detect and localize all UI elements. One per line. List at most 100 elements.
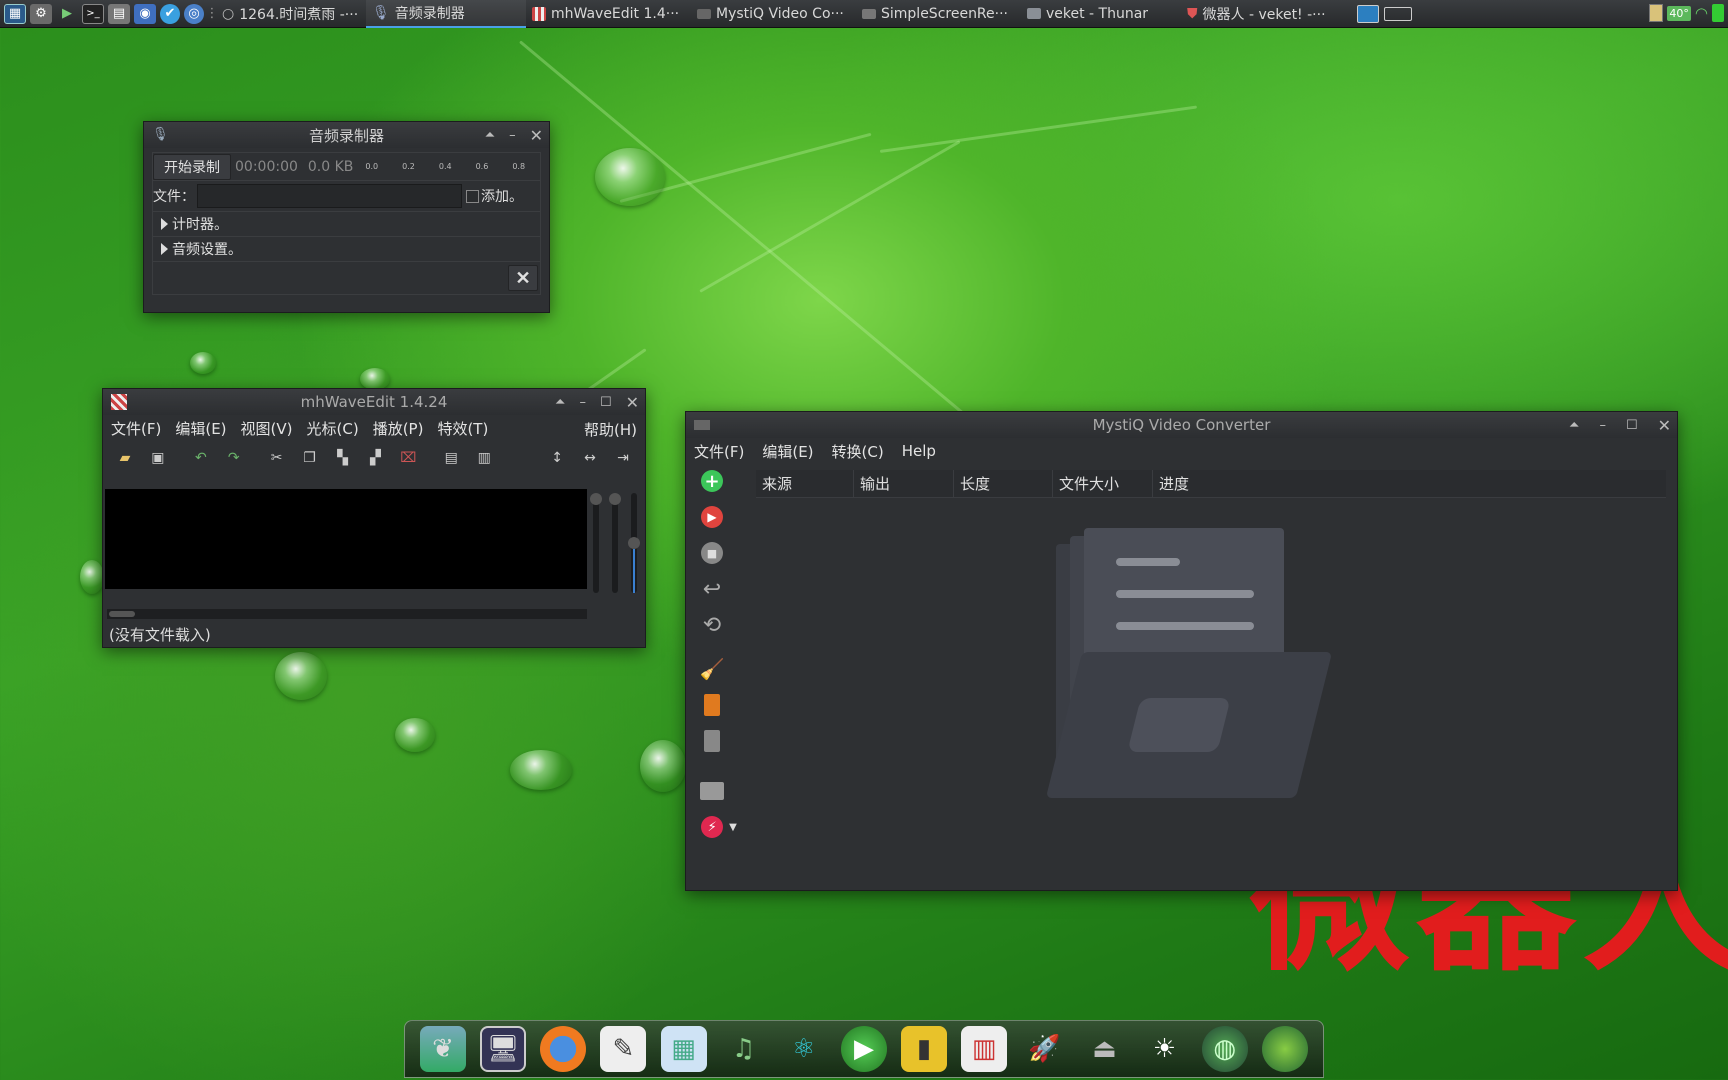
shade-icon[interactable]: ⏶	[1569, 418, 1579, 433]
start-convert-icon[interactable]: ▶	[699, 504, 725, 530]
copy-icon[interactable]: ❐	[300, 449, 320, 467]
maximize-icon[interactable]: ☐	[600, 395, 612, 410]
menu-help[interactable]: 帮助(H)	[584, 419, 637, 440]
task-mystiq[interactable]: MystiQ Video Co···	[691, 0, 856, 28]
cut-icon[interactable]: ✂	[267, 449, 287, 467]
rocket-icon[interactable]: 🚀	[1021, 1026, 1067, 1072]
open-folder-icon[interactable]	[699, 778, 725, 804]
add-file-icon[interactable]: +	[699, 468, 725, 494]
task-browser[interactable]: ⛊ 微器人 - veket! -···	[1181, 0, 1351, 28]
minimize-icon[interactable]: –	[1599, 418, 1606, 433]
maximize-icon[interactable]: ☐	[1626, 418, 1638, 433]
power-menu-icon[interactable]: ⚡ ▼	[697, 814, 741, 840]
paste-icon[interactable]: ▚	[333, 449, 353, 467]
menu-edit[interactable]: 编辑(E)	[762, 441, 813, 462]
paste-over-icon[interactable]: ▞	[365, 449, 385, 467]
close-icon[interactable]: ✕	[530, 126, 543, 145]
clear-list-icon[interactable]	[699, 728, 725, 754]
menu-effects[interactable]: 特效(T)	[437, 418, 488, 439]
menu-file[interactable]: 文件(F)	[694, 441, 744, 462]
append-checkbox[interactable]	[466, 189, 479, 203]
task-music[interactable]: ○ 1264.时间煮雨 -···	[216, 0, 366, 28]
clean-broom-icon[interactable]: 🧹	[699, 656, 725, 682]
text-editor-icon[interactable]: ✎	[600, 1026, 647, 1072]
settings-gear-icon[interactable]: ⚙	[30, 3, 52, 24]
system-monitor-icon[interactable]: ▦	[4, 3, 26, 24]
terminal-icon[interactable]: >_	[82, 3, 104, 24]
desktop-wallpaper-icon[interactable]: ❦	[420, 1026, 467, 1072]
task-thunar[interactable]: veket - Thunar	[1021, 0, 1181, 28]
globe-icon[interactable]: ◍	[1201, 1026, 1248, 1072]
volume-slider[interactable]	[590, 493, 602, 593]
close-icon[interactable]: ✕	[626, 393, 639, 412]
music-player-icon[interactable]: ♫	[721, 1026, 767, 1072]
undo-icon[interactable]: ↶	[191, 449, 211, 467]
close-recorder-button[interactable]: ✕	[508, 265, 538, 291]
network-icon[interactable]: ◎	[184, 3, 204, 24]
computer-icon[interactable]: 🖥	[480, 1026, 527, 1072]
desktop-switcher[interactable]	[1351, 0, 1421, 28]
retry-all-icon[interactable]: ⟲	[699, 612, 725, 638]
play-icon[interactable]: ▶	[56, 4, 78, 24]
drive-icon[interactable]: ⏏	[1081, 1026, 1127, 1072]
menu-edit[interactable]: 编辑(E)	[175, 418, 226, 439]
menu-play[interactable]: 播放(P)	[373, 418, 424, 439]
shade-icon[interactable]: ⏶	[485, 128, 495, 143]
close-icon[interactable]: ✕	[1658, 416, 1671, 435]
timer-expander[interactable]: 计时器。	[153, 212, 540, 237]
zoom-horizontal-icon[interactable]: ↔	[580, 449, 600, 467]
start-record-button[interactable]: 开始录制	[153, 153, 231, 180]
menu-view[interactable]: 视图(V)	[241, 418, 293, 439]
column-file-size[interactable]: 文件大小	[1053, 470, 1153, 498]
clipboard-icon[interactable]	[1649, 4, 1664, 22]
column-progress[interactable]: 进度	[1153, 470, 1666, 498]
image-viewer-icon[interactable]: ▦	[660, 1026, 707, 1072]
append-label[interactable]: 添加。	[481, 186, 523, 206]
slider-handle[interactable]	[590, 493, 602, 505]
slider-handle[interactable]	[609, 493, 621, 505]
firefox-icon[interactable]	[540, 1026, 587, 1072]
battery-icon[interactable]	[1712, 4, 1724, 22]
brightness-icon[interactable]: ☀	[1142, 1026, 1188, 1072]
notebook-icon[interactable]: ▮	[901, 1026, 948, 1072]
retry-icon[interactable]: ↩	[699, 576, 725, 602]
dropdown-arrow-icon[interactable]: ▼	[729, 822, 737, 833]
conversion-list[interactable]: 来源 输出 长度 文件大小 进度	[756, 470, 1666, 870]
slider-handle[interactable]	[628, 537, 640, 549]
open-folder-icon[interactable]: ▰	[115, 449, 135, 467]
save-icon[interactable]: ▣	[148, 449, 168, 467]
menu-file[interactable]: 文件(F)	[111, 418, 161, 439]
wifi-icon[interactable]: ◠	[1695, 4, 1708, 22]
redo-icon[interactable]: ↷	[224, 449, 244, 467]
horizontal-scrollbar[interactable]	[107, 609, 587, 619]
check-icon[interactable]: ✔	[160, 3, 180, 24]
scrollbar-thumb[interactable]	[109, 611, 135, 617]
remove-icon[interactable]	[699, 692, 725, 718]
silence-icon[interactable]: ▥	[474, 449, 494, 467]
web-browser-icon[interactable]	[1261, 1026, 1308, 1072]
spreadsheet-icon[interactable]: ▥	[961, 1026, 1008, 1072]
zoom-fit-icon[interactable]: ⇥	[613, 449, 633, 467]
menu-cursor[interactable]: 光标(C)	[307, 418, 359, 439]
media-player-icon[interactable]: ▶	[840, 1026, 887, 1072]
shade-icon[interactable]: ⏶	[555, 395, 565, 410]
wave-titlebar[interactable]: mhWaveEdit 1.4.24 ⏶ – ☐ ✕	[103, 389, 645, 415]
position-slider[interactable]	[628, 493, 640, 593]
printer-icon[interactable]: ▤	[108, 3, 130, 24]
delete-icon[interactable]: ⌧	[398, 449, 418, 467]
task-mhwaveedit[interactable]: mhWaveEdit 1.4···	[526, 0, 691, 28]
file-name-input[interactable]	[197, 184, 462, 208]
audio-settings-expander[interactable]: 音频设置。	[153, 237, 540, 262]
minimize-icon[interactable]: –	[579, 395, 586, 410]
crop-icon[interactable]: ▤	[441, 449, 461, 467]
menu-convert[interactable]: 转换(C)	[832, 441, 884, 462]
zoom-vertical-icon[interactable]: ↕	[547, 449, 567, 467]
recorder-titlebar[interactable]: 🎙 音频录制器 ⏶ – ✕	[144, 122, 549, 148]
column-source[interactable]: 来源	[756, 470, 854, 498]
atom-icon[interactable]: ⚛	[781, 1026, 827, 1072]
column-duration[interactable]: 长度	[954, 470, 1053, 498]
screenshot-icon[interactable]: ◉	[134, 3, 156, 24]
waveform-view[interactable]	[105, 489, 587, 589]
speed-slider[interactable]	[609, 493, 621, 593]
task-audio-recorder[interactable]: 🎙 音频录制器	[366, 0, 526, 28]
